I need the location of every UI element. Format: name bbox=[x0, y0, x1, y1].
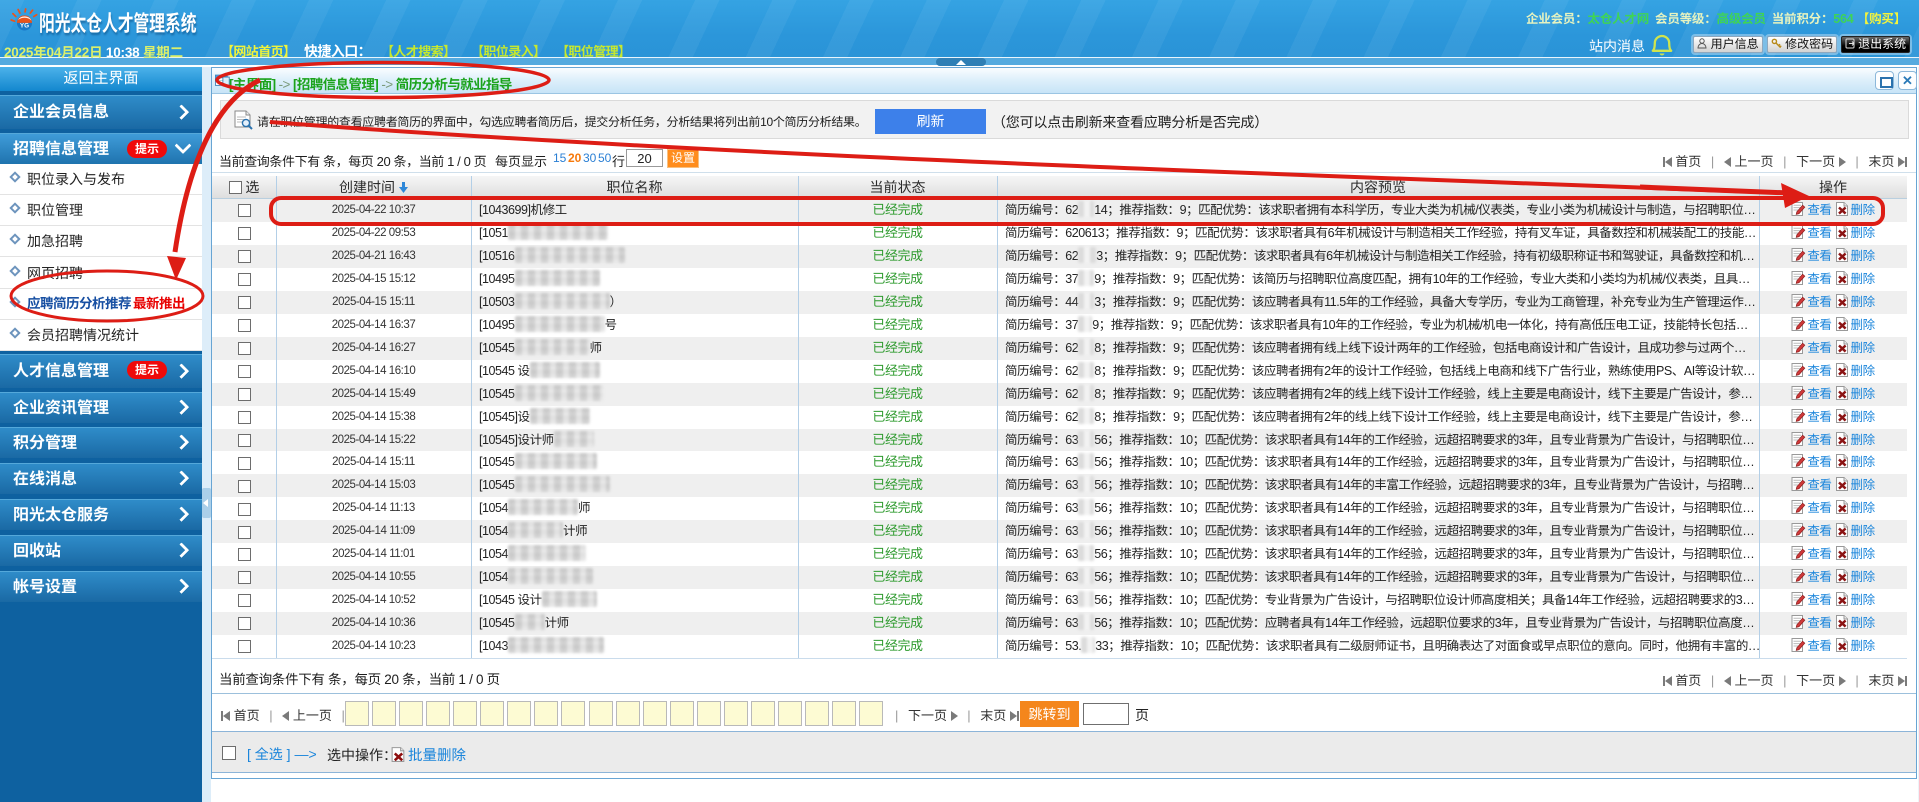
svg-text:YG: YG bbox=[20, 23, 29, 30]
